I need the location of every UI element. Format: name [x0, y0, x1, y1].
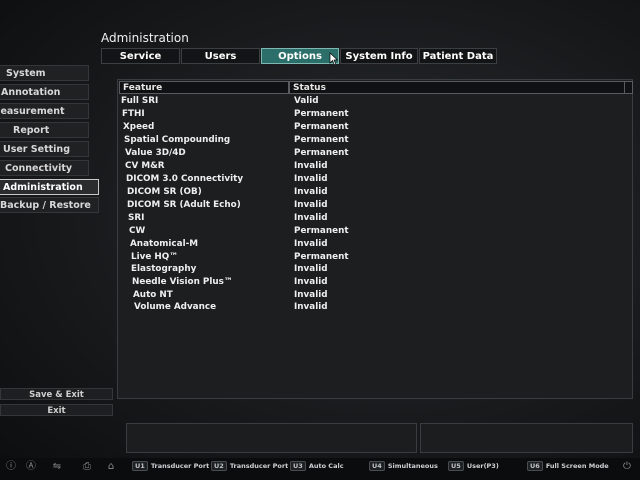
user-key-3[interactable]: U3 Auto Calc — [290, 461, 344, 471]
user-key-6[interactable]: U6 Full Screen Mode — [527, 461, 609, 471]
scrollbar[interactable] — [624, 81, 631, 94]
save-exit-button[interactable]: Save & Exit — [0, 388, 113, 400]
exit-button[interactable]: Exit — [0, 404, 113, 416]
screen: Administration Service Users Options Sys… — [0, 0, 640, 480]
info-icon: ⓘ — [6, 461, 16, 472]
tab-patient-data[interactable]: Patient Data — [419, 48, 497, 64]
tab-system-info[interactable]: System Info — [340, 48, 418, 64]
tab-users[interactable]: Users — [181, 48, 260, 64]
user-key-4[interactable]: U4 Simultaneous — [369, 461, 438, 471]
column-header-status[interactable]: Status — [289, 81, 633, 94]
sidebar-item-user-setting[interactable]: User Setting — [0, 141, 89, 157]
network-icon: ⌂ — [107, 461, 115, 472]
user-icon: Ⓐ — [26, 461, 36, 472]
message-area-left — [126, 423, 417, 453]
sidebar-item-connectivity[interactable]: Connectivity — [0, 160, 89, 176]
sidebar-item-report[interactable]: Report — [0, 122, 89, 138]
tab-service[interactable]: Service — [101, 48, 180, 64]
status-bar: ⓘ Ⓐ ⇋ ⎙ ⌂ U1 Transducer Port 1 U2 Transduc… — [0, 458, 640, 480]
mouse-pointer-icon — [329, 52, 339, 66]
sidebar-item-annotation[interactable]: Annotation — [0, 84, 89, 100]
printer-icon: ⎙ — [83, 461, 91, 472]
sidebar-item-measurement[interactable]: Measurement — [0, 103, 89, 119]
sidebar-item-system[interactable]: System — [0, 65, 89, 81]
column-header-feature[interactable]: Feature — [119, 81, 289, 94]
usb-icon: ⇋ — [52, 461, 62, 472]
sidebar-item-administration[interactable]: Administration — [0, 179, 99, 195]
user-key-5[interactable]: U5 User(P3) — [448, 461, 499, 471]
tab-options[interactable]: Options — [261, 48, 339, 64]
options-table: Feature Status Full SRI Valid FTHI Permane… — [117, 79, 633, 399]
page-title: Administration — [101, 31, 189, 45]
sidebar-item-backup-restore[interactable]: Backup / Restore — [0, 197, 99, 213]
user-key-1[interactable]: U1 Transducer Port 1 — [132, 461, 216, 471]
power-icon: ⏻ — [623, 461, 631, 472]
message-area-right — [420, 423, 633, 453]
user-key-2[interactable]: U2 Transducer Port 2 — [211, 461, 295, 471]
